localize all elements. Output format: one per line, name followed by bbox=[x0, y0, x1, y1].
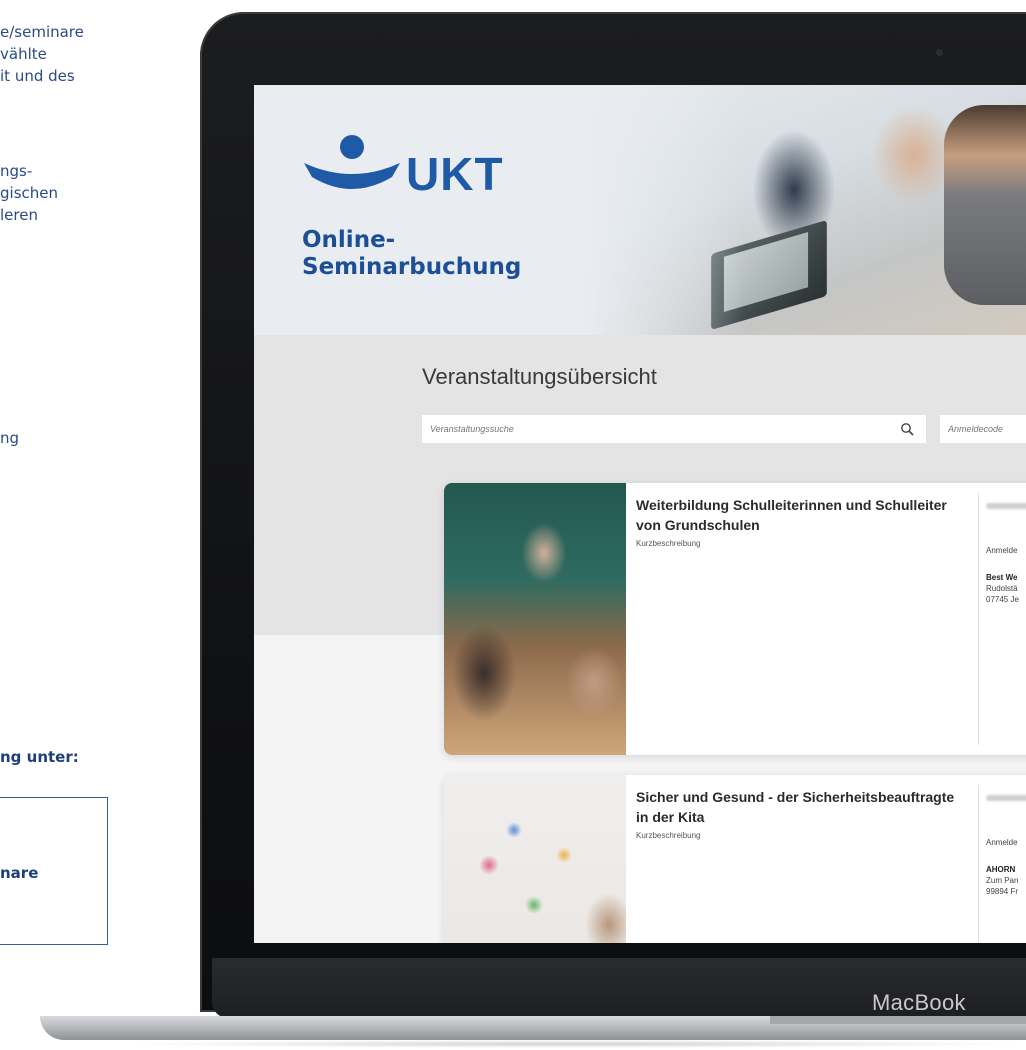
blurred-date bbox=[986, 503, 1026, 509]
subtitle-text: Online- Seminarbuchung bbox=[302, 227, 522, 280]
card-divider bbox=[978, 785, 979, 943]
device-label: MacBook bbox=[872, 990, 966, 1015]
side-line: e/seminare bbox=[0, 23, 84, 41]
side-box-text[interactable]: nare bbox=[0, 862, 38, 884]
venue-street: Zum Pan bbox=[986, 876, 1019, 885]
event-image bbox=[444, 775, 626, 943]
side-line: vählte bbox=[0, 45, 47, 63]
search-icon[interactable] bbox=[900, 422, 914, 436]
search-input[interactable] bbox=[422, 415, 926, 443]
brand-subtitle: Online- Seminarbuchung bbox=[302, 227, 562, 281]
brand-name[interactable]: UKT bbox=[406, 147, 504, 201]
event-title[interactable]: Sicher und Gesund - der Sicherheitsbeauf… bbox=[636, 787, 966, 827]
laptop-hinge bbox=[770, 1016, 1026, 1024]
laptop-shadow bbox=[120, 1040, 1026, 1048]
event-meta: Anmelde AHORN Zum Pan 99894 Fr bbox=[986, 787, 1026, 897]
venue-name: AHORN bbox=[986, 865, 1016, 874]
event-description: Kurzbeschreibung bbox=[636, 831, 701, 840]
event-meta: Anmelde Best We Rudolstä 07745 Je bbox=[986, 495, 1026, 605]
registration-code-input[interactable] bbox=[940, 415, 1026, 443]
side-line: gischen bbox=[0, 184, 58, 202]
venue-city: 07745 Je bbox=[986, 595, 1019, 604]
hero-banner: UKT Online- Seminarbuchung bbox=[254, 85, 1026, 335]
side-line: ng bbox=[0, 429, 20, 447]
event-card[interactable]: Weiterbildung Schulleiterinnen und Schul… bbox=[444, 483, 1026, 755]
side-copy: e/seminare vählte it und des ngs- gische… bbox=[0, 0, 200, 1050]
side-line: leren bbox=[0, 206, 38, 224]
camera-icon bbox=[936, 49, 943, 56]
hero-fade bbox=[584, 85, 744, 335]
side-line: ngs- bbox=[0, 162, 33, 180]
blurred-date bbox=[986, 795, 1026, 801]
event-description: Kurzbeschreibung bbox=[636, 539, 701, 548]
event-card[interactable]: Sicher und Gesund - der Sicherheitsbeauf… bbox=[444, 775, 1026, 943]
side-heading: ng unter: bbox=[0, 748, 79, 766]
browser-screen: UKT Online- Seminarbuchung Veranstaltung… bbox=[254, 85, 1026, 943]
event-title[interactable]: Weiterbildung Schulleiterinnen und Schul… bbox=[636, 495, 966, 535]
side-line: it und des bbox=[0, 67, 75, 85]
hero-person bbox=[944, 105, 1026, 305]
venue-street: Rudolstä bbox=[986, 584, 1018, 593]
venue-city: 99894 Fr bbox=[986, 887, 1019, 896]
registration-label: Anmelde bbox=[986, 546, 1018, 555]
card-divider bbox=[978, 493, 979, 745]
ukt-logo-icon[interactable] bbox=[302, 135, 402, 205]
registration-label: Anmelde bbox=[986, 838, 1018, 847]
event-image bbox=[444, 483, 626, 755]
page-title: Veranstaltungsübersicht bbox=[422, 364, 657, 389]
venue-name: Best We bbox=[986, 573, 1018, 582]
